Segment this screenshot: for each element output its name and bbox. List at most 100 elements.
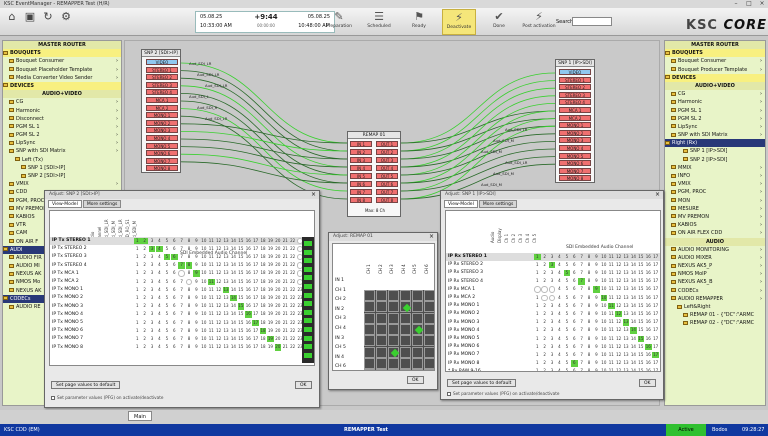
channel-cell[interactable]: 17 [252, 238, 259, 245]
channel-cell[interactable]: 15 [638, 327, 645, 334]
channel-cell[interactable]: 3 [149, 320, 156, 327]
matrix-cell[interactable] [424, 369, 434, 370]
channel-cell[interactable]: 1 [134, 254, 141, 261]
channel-cell[interactable]: 5 [564, 254, 571, 261]
channel-cell[interactable]: 17 [652, 336, 659, 343]
channel-cell[interactable]: 22 [289, 279, 296, 286]
channel-cell[interactable]: 11 [608, 352, 615, 359]
channel-cell[interactable]: 5 [563, 269, 571, 277]
route-wire[interactable] [180, 115, 348, 200]
channel-cell[interactable]: 2 [541, 327, 548, 334]
channel-cell[interactable]: 6 [571, 319, 578, 326]
tree-item[interactable]: PGM SL 1 › [665, 107, 765, 115]
channel-cell[interactable]: 4 [156, 344, 163, 351]
channel-cell[interactable]: 8 [186, 295, 193, 302]
channel-cell[interactable]: 9 [593, 286, 600, 293]
matrix-cell[interactable] [400, 312, 411, 324]
channel-cell[interactable]: 2 [141, 320, 148, 327]
channel-cell[interactable]: 7 [578, 360, 585, 367]
channel-cell[interactable]: 12 [615, 286, 622, 293]
channel-cell[interactable]: 3 [549, 368, 556, 371]
channel-cell[interactable]: 12 [615, 344, 622, 351]
tree-item[interactable]: AUDIO+VIDEO [665, 81, 765, 91]
channel-cell[interactable]: 20 [275, 254, 282, 261]
table-row[interactable]: * Rx RAW 9-16 1 2 3 4 5 6 7 8 9 10 11 12 13 14 15 16 17 [446, 368, 660, 371]
channel-cell[interactable]: 7 [578, 344, 585, 351]
channel-cell[interactable] [185, 278, 193, 285]
channel-cell[interactable]: 7 [178, 344, 185, 351]
channel-cell[interactable]: 1 [534, 262, 541, 269]
channel-cell[interactable]: 3 [549, 303, 556, 310]
channel-cell[interactable]: 1 [134, 262, 141, 269]
channel-cell[interactable]: 7 [178, 287, 185, 294]
channel-cell[interactable]: 14 [630, 303, 637, 310]
routing-matrix[interactable] [364, 290, 434, 370]
channel-cell[interactable]: 7 [178, 320, 185, 327]
remap-input[interactable]: IN 6 [350, 181, 372, 187]
channel-cell[interactable]: 8 [586, 344, 593, 351]
matrix-cell[interactable] [364, 301, 375, 313]
channel-cell[interactable]: 22 [289, 336, 296, 343]
channel-cell[interactable]: 17 [252, 328, 259, 335]
channel-cell[interactable]: 16 [245, 320, 252, 327]
ok-button[interactable]: OK [639, 379, 656, 387]
remap-output[interactable]: OUT 6 [376, 181, 398, 187]
channel-cell[interactable]: 13 [623, 295, 630, 302]
channel-cell[interactable]: 6 [571, 327, 578, 334]
channel-cell[interactable]: 3 [549, 270, 556, 277]
port-mono-1[interactable]: MONO 1 [559, 122, 591, 129]
table-row[interactable]: IP Tx MONO 1 1 2 3 4 5 6 7 8 9 10 11 12 13 14 15 16 17 18 1… [50, 286, 314, 294]
channel-cell[interactable]: 9 [193, 262, 200, 269]
tree-item[interactable]: PGM SL 2 › [3, 131, 121, 139]
channel-cell[interactable]: 9 [593, 360, 600, 367]
channel-cell[interactable]: 17 [252, 254, 259, 261]
channel-cell[interactable]: 13 [223, 344, 230, 351]
channel-cell[interactable]: 13 [223, 336, 230, 343]
channel-cell[interactable]: 11 [608, 302, 615, 310]
channel-cell[interactable]: 9 [193, 287, 200, 294]
channel-cell[interactable]: 18 [260, 279, 267, 286]
channel-cell[interactable]: 16 [245, 262, 252, 269]
channel-cell[interactable]: 10 [201, 295, 208, 302]
table-row[interactable]: IP Rx MCA 2 1 4 5 6 7 8 9 10 11 12 13 14 15 16 17 [446, 294, 660, 302]
channel-cell[interactable]: 22 [289, 238, 296, 245]
channel-cell[interactable]: 3 [549, 311, 556, 318]
channel-cell[interactable]: 16 [245, 295, 252, 302]
channel-cell[interactable]: 9 [193, 328, 200, 335]
channel-cell[interactable]: 16 [245, 246, 252, 253]
channel-cell[interactable]: 5 [564, 368, 571, 371]
channel-cell[interactable]: 7 [178, 238, 185, 245]
channel-cell[interactable]: 3 [149, 279, 156, 286]
channel-cell[interactable]: 4 [156, 270, 163, 277]
channel-cell[interactable]: 18 [259, 327, 267, 335]
channel-cell[interactable]: 14 [630, 286, 637, 293]
channel-cell[interactable]: 22 [289, 303, 296, 310]
channel-cell[interactable]: 12 [215, 320, 222, 327]
channel-cell[interactable]: 7 [178, 311, 185, 318]
channel-cell[interactable]: 16 [645, 270, 652, 277]
channel-cell[interactable]: 3 [149, 328, 156, 335]
tree-item[interactable]: VMIX › [665, 180, 765, 188]
channel-cell[interactable]: 10 [201, 270, 208, 277]
channel-cell[interactable]: 6 [171, 238, 178, 245]
port-mono-2[interactable]: MONO 2 [559, 129, 591, 136]
remap-output[interactable]: OUT 3 [376, 157, 398, 163]
port-stereo-4[interactable]: STEREO 4 [559, 99, 591, 106]
channel-cell[interactable]: 19 [267, 335, 274, 343]
matrix-cell[interactable] [364, 369, 375, 370]
channel-cell[interactable] [534, 286, 541, 293]
remap-output[interactable]: OUT 8 [376, 197, 398, 203]
tree-item[interactable]: ON AIR FLEX CDD › [665, 229, 765, 237]
matrix-cell[interactable] [388, 301, 399, 313]
route-wire[interactable] [400, 72, 556, 144]
channel-cell[interactable]: 8 [186, 344, 193, 351]
port-stereo-2[interactable]: STEREO 2 [146, 74, 178, 81]
channel-cell[interactable]: 21 [282, 279, 289, 286]
matrix-cell[interactable] [364, 346, 375, 358]
matrix-cell[interactable] [412, 323, 423, 335]
port-mca-2[interactable]: MCA 2 [559, 114, 591, 121]
tree-item[interactable]: REMAP 02 - {"DC":"ARMC [665, 319, 765, 327]
channel-cell[interactable]: 20 [275, 336, 282, 343]
channel-cell[interactable]: 8 [586, 311, 593, 318]
channel-cell[interactable]: 11 [208, 311, 215, 318]
